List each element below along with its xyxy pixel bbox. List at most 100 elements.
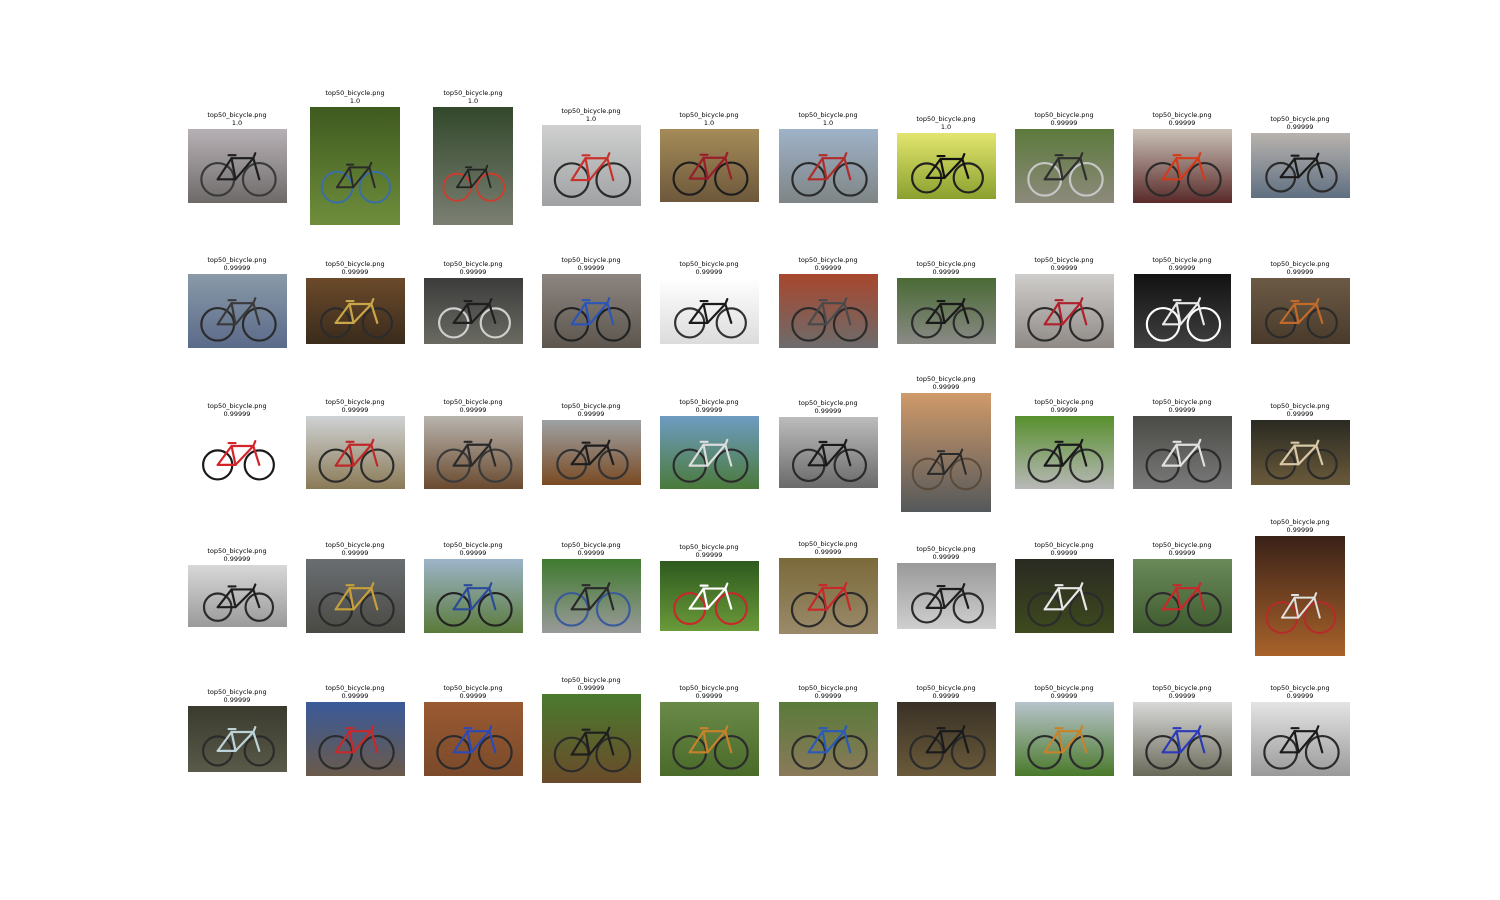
panel-caption: top50_bicycle.png 0.99999 [561,676,620,692]
panel-caption: top50_bicycle.png 0.99999 [679,684,738,700]
photo-background [542,559,641,633]
bicycle-thumbnail [779,558,878,634]
photo-background [901,393,991,512]
bicycle-thumbnail [188,565,287,627]
bicycle-photo [424,416,523,489]
bicycle-photo [542,125,641,206]
bicycle-thumbnail [897,563,996,629]
bicycle-photo [1133,416,1232,489]
panel-score: 0.99999 [1168,263,1196,272]
photo-background [424,416,523,489]
bicycle-thumbnail [306,416,405,489]
bicycle-photo [901,393,991,512]
panel-caption: top50_bicycle.png 1.0 [798,111,857,127]
photo-background [306,278,405,344]
panel-caption: top50_bicycle.png 0.99999 [325,398,384,414]
bicycle-thumbnail [1251,420,1350,485]
panel-score: 0.99999 [1050,263,1078,272]
photo-background [1133,702,1232,776]
panel-caption: top50_bicycle.png 1.0 [679,111,738,127]
bicycle-photo [1015,702,1114,776]
photo-background [1133,129,1232,203]
bicycle-photo [1251,278,1350,344]
photo-background [779,558,878,634]
panel-caption: top50_bicycle.png 0.99999 [207,547,266,563]
panel-score: 0.99999 [1050,548,1078,557]
image-grid: top50_bicycle.png 1.0 top50_bicycle.png 1.0… [0,0,1500,900]
bicycle-thumbnail [779,129,878,203]
bicycle-photo [897,702,996,776]
bicycle-photo [306,416,405,489]
bicycle-photo [660,278,759,344]
bicycle-thumbnail [1251,702,1350,776]
bicycle-thumbnail [1133,129,1232,203]
bicycle-thumbnail [424,416,523,489]
panel-caption: top50_bicycle.png 0.99999 [1034,256,1093,272]
bicycle-photo [1251,420,1350,485]
panel-caption: top50_bicycle.png 0.99999 [798,256,857,272]
panel-score: 0.99999 [695,267,723,276]
bicycle-photo [1015,416,1114,489]
photo-background [424,278,523,344]
bicycle-thumbnail [188,706,287,772]
panel-score: 0.99999 [577,409,605,418]
panel-caption: top50_bicycle.png 0.99999 [1270,684,1329,700]
panel-score: 1.0 [703,118,715,127]
bicycle-thumbnail [1133,559,1232,633]
panel-score: 0.99999 [1050,118,1078,127]
panel-score: 1.0 [822,118,834,127]
panel-score: 0.99999 [1168,691,1196,700]
panel-caption: top50_bicycle.png 0.99999 [1152,684,1211,700]
photo-background [660,278,759,344]
panel-caption: top50_bicycle.png 1.0 [916,115,975,131]
photo-background [188,565,287,627]
bicycle-photo [542,559,641,633]
panel-caption: top50_bicycle.png 1.0 [325,89,384,105]
bicycle-thumbnail [1015,274,1114,348]
bicycle-photo [1015,274,1114,348]
bicycle-photo [188,420,287,486]
panel-score: 0.99999 [814,263,842,272]
panel-score: 0.99999 [577,548,605,557]
bicycle-photo [897,278,996,344]
panel-caption: top50_bicycle.png 0.99999 [443,260,502,276]
bicycle-photo [779,702,878,776]
panel-caption: top50_bicycle.png 0.99999 [679,398,738,414]
bicycle-photo [779,129,878,203]
photo-background [897,278,996,344]
bicycle-thumbnail [897,133,996,199]
photo-background [1133,559,1232,633]
panel-score: 0.99999 [223,409,251,418]
bicycle-photo [1251,702,1350,776]
photo-background [1133,416,1232,489]
bicycle-thumbnail [1251,133,1350,198]
panel-score: 1.0 [231,118,243,127]
photo-background [660,416,759,489]
panel-score: 0.99999 [695,691,723,700]
bicycle-thumbnail [306,559,405,633]
photo-background [660,561,759,631]
bicycle-photo [433,107,513,225]
bicycle-photo [188,129,287,203]
bicycle-thumbnail [1133,702,1232,776]
photo-background [779,417,878,488]
panel-caption: top50_bicycle.png 0.99999 [1270,518,1329,534]
panel-score: 0.99999 [932,691,960,700]
panel-score: 0.99999 [341,267,369,276]
bicycle-photo [188,565,287,627]
bicycle-thumbnail [779,274,878,348]
bicycle-photo [306,702,405,776]
photo-background [1251,702,1350,776]
panel-caption: top50_bicycle.png 0.99999 [443,684,502,700]
panel-score: 0.99999 [814,691,842,700]
photo-background [1255,536,1345,656]
photo-background [897,563,996,629]
bicycle-photo [424,702,523,776]
bicycle-thumbnail [542,420,641,485]
bicycle-photo [779,274,878,348]
bicycle-thumbnail [424,702,523,776]
bicycle-photo [1255,536,1345,656]
panel-score: 1.0 [349,96,361,105]
panel-score: 0.99999 [1286,122,1314,131]
panel-caption: top50_bicycle.png 0.99999 [207,688,266,704]
